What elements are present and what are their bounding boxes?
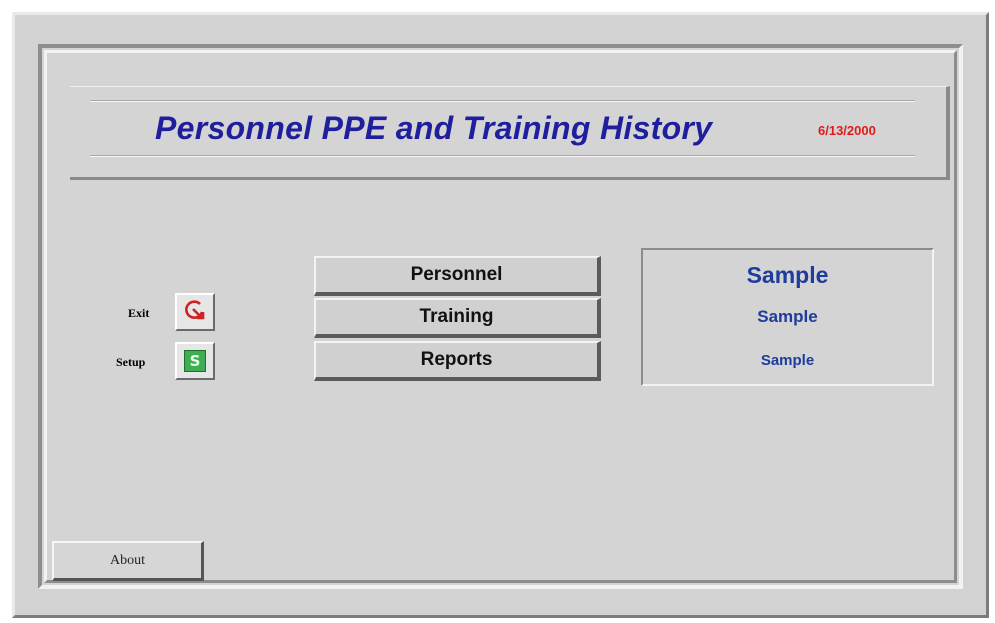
training-button[interactable]: Training [314, 298, 601, 338]
sample-text-large: Sample [746, 262, 829, 288]
exit-label: Exit [128, 306, 150, 320]
exit-icon [183, 298, 207, 327]
sample-panel: Sample Sample Sample [641, 248, 934, 386]
current-date: 6/13/2000 [818, 123, 876, 138]
exit-button[interactable] [175, 293, 215, 331]
setup-label: Setup [116, 355, 146, 369]
sample-text-small: Sample [760, 352, 815, 369]
header-divider-bottom [90, 155, 915, 157]
page-title: Personnel PPE and Training History [155, 110, 713, 146]
setup-icon: S [184, 350, 206, 372]
personnel-button[interactable]: Personnel [314, 256, 601, 296]
sample-text-medium: Sample [757, 307, 818, 326]
header-divider-top [90, 100, 915, 102]
setup-button[interactable]: S [175, 342, 215, 380]
about-button[interactable]: About [52, 541, 204, 581]
setup-icon-glyph: S [189, 352, 201, 370]
reports-button[interactable]: Reports [314, 341, 601, 381]
